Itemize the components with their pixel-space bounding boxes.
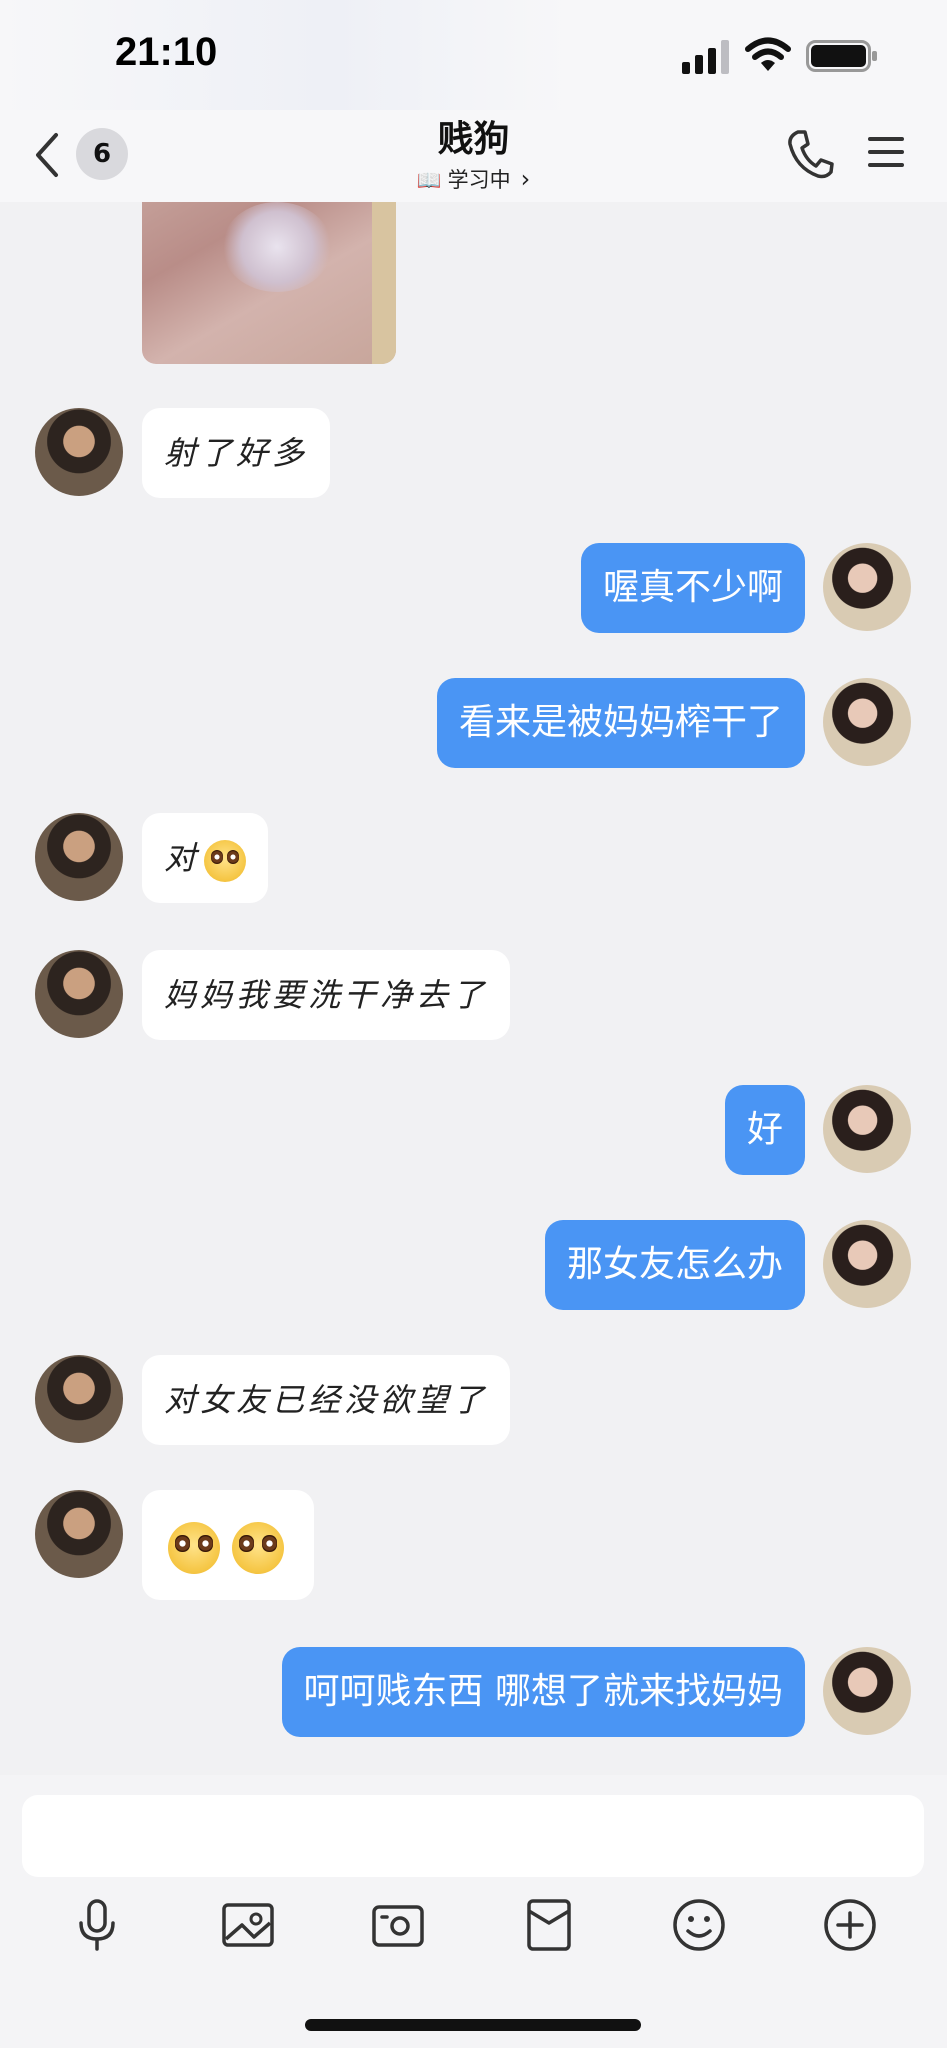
contact-avatar[interactable] — [35, 950, 123, 1038]
image-icon[interactable] — [218, 1895, 278, 1955]
user-avatar[interactable] — [823, 1647, 911, 1735]
cellular-signal-icon — [682, 40, 729, 74]
message-input[interactable] — [22, 1795, 924, 1877]
user-avatar[interactable] — [823, 543, 911, 631]
contact-avatar[interactable] — [35, 1490, 123, 1578]
message-list[interactable]: 射了好多 喔真不少啊 看来是被妈妈榨干了 对 妈妈我要洗干净去了 好 那女友怎么… — [0, 202, 947, 1775]
pleading-face-icon — [204, 839, 247, 882]
red-packet-icon[interactable] — [519, 1895, 579, 1955]
contact-avatar[interactable] — [35, 408, 123, 496]
contact-avatar[interactable] — [35, 1355, 123, 1443]
chevron-right-icon: › — [520, 165, 531, 193]
user-avatar[interactable] — [823, 678, 911, 766]
plus-icon[interactable] — [820, 1895, 880, 1955]
incoming-message-bubble[interactable]: 射了好多 — [142, 408, 331, 498]
status-bar: 21:10 — [0, 0, 947, 110]
user-avatar[interactable] — [823, 1085, 911, 1173]
camera-icon[interactable] — [368, 1895, 428, 1955]
pleading-face-icon — [168, 1521, 220, 1574]
book-icon: 📖 — [416, 168, 442, 192]
contact-avatar[interactable] — [35, 813, 123, 901]
home-indicator[interactable] — [305, 2019, 641, 2031]
menu-icon[interactable] — [866, 132, 906, 172]
incoming-emoji-bubble[interactable] — [142, 1490, 314, 1600]
outgoing-message-bubble[interactable]: 好 — [724, 1085, 805, 1175]
phone-call-icon[interactable] — [786, 128, 834, 180]
outgoing-message-bubble[interactable]: 那女友怎么办 — [544, 1220, 805, 1310]
outgoing-message-bubble[interactable]: 看来是被妈妈榨干了 — [436, 678, 805, 768]
emoji-icon[interactable] — [669, 1895, 729, 1955]
incoming-message-bubble[interactable]: 对女友已经没欲望了 — [142, 1355, 511, 1445]
wifi-icon — [745, 37, 791, 71]
incoming-message-bubble[interactable]: 妈妈我要洗干净去了 — [142, 950, 511, 1040]
message-text: 对 — [164, 839, 201, 877]
image-message[interactable] — [142, 202, 396, 364]
user-avatar[interactable] — [823, 1220, 911, 1308]
composer-bar — [0, 1775, 947, 2048]
outgoing-message-bubble[interactable]: 呵呵贱东西 哪想了就来找妈妈 — [281, 1647, 805, 1737]
pleading-face-icon — [232, 1521, 284, 1574]
incoming-message-bubble[interactable]: 对 — [142, 813, 269, 903]
outgoing-message-bubble[interactable]: 喔真不少啊 — [580, 543, 805, 633]
chat-header: 6 贱狗 📖 学习中 › — [0, 110, 947, 202]
status-time: 21:10 — [115, 30, 218, 74]
microphone-icon[interactable] — [67, 1895, 127, 1955]
contact-status-text: 学习中 — [447, 168, 511, 192]
battery-icon — [806, 40, 877, 72]
